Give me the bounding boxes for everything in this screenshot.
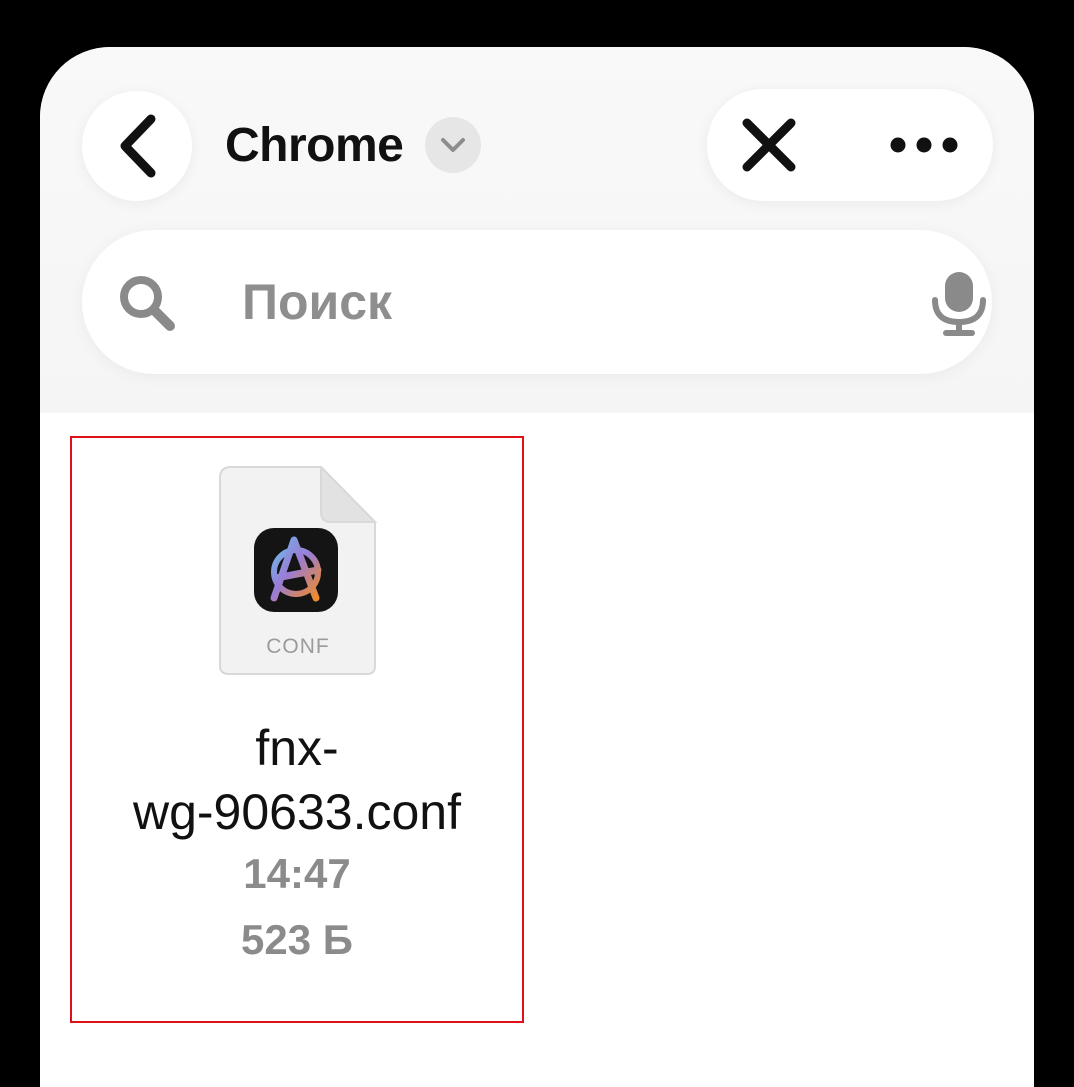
file-size: 523 Б [241,916,353,963]
file-type-label: CONF [266,635,330,658]
header-actions [707,89,993,201]
microphone-icon[interactable] [928,270,990,336]
ellipsis-icon [890,137,958,153]
close-button[interactable] [733,109,805,181]
file-item[interactable]: CONF fnx- wg-90633.conf 14:47 523 Б [70,436,524,1023]
title-dropdown-button[interactable] [425,117,482,173]
chevron-left-icon [120,114,156,178]
chevron-down-icon [441,138,466,152]
file-name-line: wg-90633.conf [132,784,461,840]
file-modified-time: 14:47 [243,850,351,897]
search-bar[interactable] [82,230,992,374]
back-button[interactable] [82,91,192,201]
more-button[interactable] [879,109,969,181]
anarchy-app-icon [254,528,338,612]
page-title: Chrome [225,118,404,172]
file-name: fnx- wg-90633.conf [72,716,522,844]
search-icon [120,276,175,331]
title-menu[interactable]: Chrome [225,117,482,173]
search-input[interactable] [242,258,862,346]
conf-file-icon: CONF [219,464,378,676]
file-name-line: fnx- [255,720,339,776]
file-picker-sheet: Chrome Поиск CONF fnx- wg-90633.conf 14:… [40,47,1034,1087]
close-icon [742,118,796,172]
